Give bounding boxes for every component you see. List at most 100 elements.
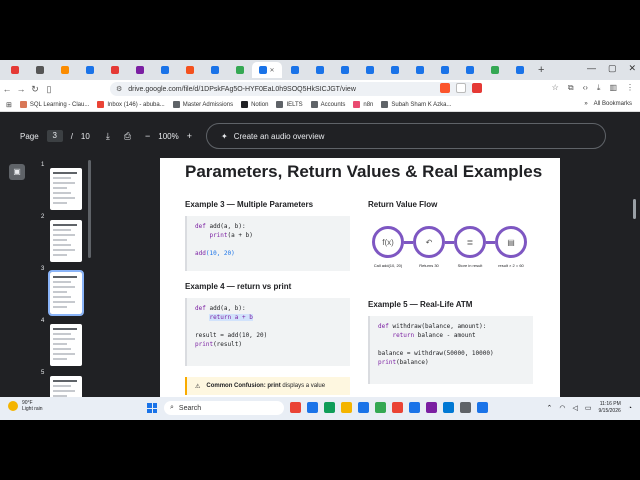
page-thumbnail[interactable] (50, 168, 82, 210)
back-icon[interactable]: ← (0, 84, 14, 94)
callout-keyword: print (267, 383, 281, 389)
zoom-level[interactable]: 100% (158, 132, 178, 141)
taskbar-app-icon[interactable] (307, 402, 318, 413)
page-thumbnail[interactable] (50, 220, 82, 262)
browser-tab[interactable] (432, 62, 457, 78)
minimize-icon[interactable]: — (587, 63, 596, 74)
bookmark-item[interactable]: Accounts (310, 101, 345, 108)
browser-tab[interactable] (102, 62, 127, 78)
zoom-out-button[interactable]: − (145, 131, 150, 141)
taskbar-app-icon[interactable] (358, 402, 369, 413)
browser-tab[interactable] (482, 62, 507, 78)
site-info-icon[interactable]: ⚙ (116, 85, 122, 93)
sidebar-scrollbar[interactable] (88, 160, 91, 258)
tab-favicon-icon (259, 66, 268, 74)
new-tab-button[interactable]: + (538, 64, 544, 76)
browser-tab[interactable] (52, 62, 77, 78)
browser-tab[interactable] (307, 62, 332, 78)
bookmark-item[interactable]: Notion (241, 101, 268, 108)
bookmark-item[interactable]: SQL Learning - Clau... (19, 101, 89, 108)
zoom-in-button[interactable]: + (187, 131, 192, 141)
downloads-icon[interactable]: ▯ (42, 84, 56, 95)
browser-tab[interactable] (332, 62, 357, 78)
address-bar[interactable]: ⚙ drive.google.com/file/d/1DPskFAg5O-HYF… (110, 82, 475, 96)
flow-step-caption: Call add(10, 20) (373, 263, 403, 268)
browser-tab[interactable]: ✕ (252, 62, 282, 78)
page-number-input[interactable]: 3 (46, 130, 63, 142)
wifi-icon[interactable]: ◠ (559, 404, 565, 412)
notification-icon[interactable]: ◔ (628, 405, 632, 412)
taskbar-app-icon[interactable] (460, 402, 471, 413)
browser-tab[interactable] (127, 62, 152, 78)
maximize-icon[interactable]: ▢ (608, 63, 617, 74)
browser-tab[interactable] (27, 62, 52, 78)
taskbar-app-icon[interactable] (375, 402, 386, 413)
browser-tab[interactable] (507, 62, 532, 78)
browser-tab[interactable] (177, 62, 202, 78)
apps-grid-icon[interactable]: ⊞ (6, 101, 12, 109)
browser-tab[interactable] (202, 62, 227, 78)
bookmark-item[interactable]: Inbox (146) - abuba... (97, 101, 165, 108)
forward-icon[interactable]: → (14, 84, 28, 94)
bookmark-label: Master Admissions (182, 101, 234, 108)
taskbar-search[interactable]: ⌕ Search (164, 401, 284, 415)
taskbar-app-icon[interactable] (392, 402, 403, 413)
page-thumbnail[interactable] (48, 270, 84, 316)
battery-icon[interactable]: ▭ (585, 404, 592, 412)
taskbar-app-icon[interactable] (477, 402, 488, 413)
taskbar-app-icon[interactable] (341, 402, 352, 413)
browser-tab[interactable] (282, 62, 307, 78)
bookmark-item[interactable]: Master Admissions (172, 101, 234, 108)
image-icon[interactable]: ▣ (9, 164, 25, 180)
flow-step-icon: ▤ (495, 226, 527, 258)
code-args: (balance) (396, 359, 429, 366)
browser-tab[interactable] (152, 62, 177, 78)
browser-tab[interactable] (457, 62, 482, 78)
browser-tab[interactable] (2, 62, 27, 78)
audio-overview-button[interactable]: ✦ Create an audio overview (206, 123, 606, 149)
download-icon[interactable]: ⤓ (597, 83, 601, 93)
close-window-icon[interactable]: ✕ (628, 63, 636, 74)
browser-tab[interactable] (407, 62, 432, 78)
clock[interactable]: 11:16 PM 9/15/2026 (599, 401, 621, 415)
menu-icon[interactable]: ⋮ (626, 83, 634, 93)
bookmark-item[interactable]: IELTS (276, 101, 303, 108)
code-keyword: return (392, 332, 415, 339)
browser-tab[interactable] (357, 62, 382, 78)
taskbar-app-icon[interactable] (324, 402, 335, 413)
sidepanel-icon[interactable]: ▥ (609, 83, 617, 93)
page-title: Parameters, Return Values & Real Example… (185, 162, 543, 181)
taskbar-app-icon[interactable] (426, 402, 437, 413)
browser-tab[interactable] (227, 62, 252, 78)
weather-widget[interactable]: 90°F Light rain (8, 400, 43, 412)
system-tray: ⌃ ◠ ◁ ▭ 11:16 PM 9/15/2026 ◔ (547, 401, 632, 415)
download-icon[interactable]: ⤓ (106, 131, 110, 142)
volume-icon[interactable]: ◁ (573, 404, 578, 412)
tab-favicon-icon (465, 66, 474, 74)
bookmark-favicon-icon (172, 101, 180, 108)
chevron-up-icon[interactable]: ⌃ (547, 404, 553, 412)
bookmark-star-icon[interactable]: ☆ (552, 83, 559, 93)
clock-time: 11:16 PM (599, 401, 621, 407)
taskbar-app-icon[interactable] (409, 402, 420, 413)
print-icon[interactable]: ⎙ (124, 131, 131, 142)
brave-icon[interactable] (440, 83, 450, 93)
browser-tab[interactable] (382, 62, 407, 78)
page-thumbnail[interactable] (50, 324, 82, 366)
bookmark-item[interactable]: Subah Sham K Azka... (381, 101, 451, 108)
browser-tab[interactable] (77, 62, 102, 78)
code-icon[interactable]: ‹› (583, 83, 588, 93)
all-bookmarks-link[interactable]: All Bookmarks (594, 101, 632, 107)
page-scrollbar[interactable] (633, 199, 636, 219)
taskbar-app-icon[interactable] (443, 402, 454, 413)
taskbar-app-icon[interactable] (290, 402, 301, 413)
puzzle-icon[interactable]: ⧉ (568, 83, 574, 93)
alert-icon[interactable] (472, 83, 482, 93)
bookmark-item[interactable]: n8n (353, 101, 373, 108)
more-bookmarks-icon[interactable]: » (584, 101, 587, 107)
windows-start-icon[interactable] (147, 403, 157, 413)
reload-icon[interactable]: ↻ (28, 84, 42, 95)
close-tab-icon[interactable]: ✕ (269, 67, 274, 74)
extension-icon[interactable] (456, 83, 466, 93)
flow-connector (404, 241, 413, 244)
